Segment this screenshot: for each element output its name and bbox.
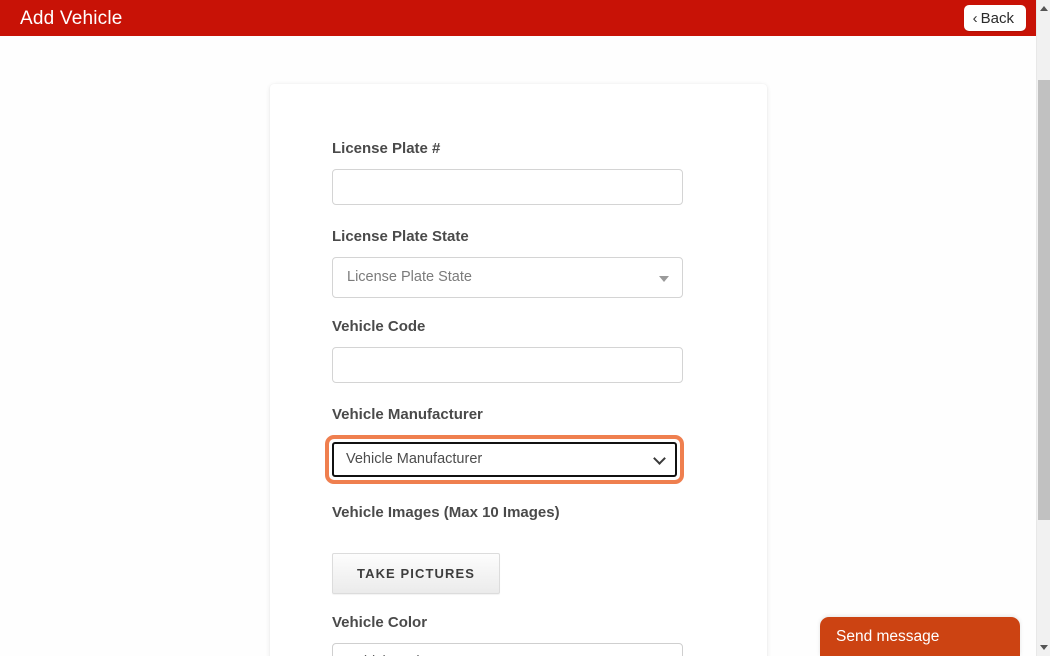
app-header: Add Vehicle ‹ Back — [0, 0, 1036, 36]
add-vehicle-form-card: License Plate # License Plate State Lice… — [270, 84, 767, 656]
field-license-plate-number: License Plate # — [332, 140, 705, 205]
send-message-chat-widget[interactable]: Send message — [820, 617, 1020, 656]
back-button-label: Back — [980, 9, 1014, 27]
vehicle-color-label: Vehicle Color — [332, 614, 428, 631]
license-plate-state-selected-value: License Plate State — [347, 269, 472, 286]
vehicle-manufacturer-select[interactable]: Vehicle Manufacturer — [332, 442, 677, 477]
vehicle-manufacturer-focus-ring: Vehicle Manufacturer — [325, 435, 684, 484]
page-viewport: Add Vehicle ‹ Back License Plate # Licen… — [0, 0, 1036, 656]
page-body: License Plate # License Plate State Lice… — [0, 36, 1036, 656]
send-message-label: Send message — [836, 627, 940, 645]
field-vehicle-color: Vehicle Color Vehicle Color — [332, 614, 705, 656]
vehicle-code-label: Vehicle Code — [332, 318, 426, 335]
vertical-scrollbar[interactable] — [1036, 0, 1050, 656]
take-pictures-button[interactable]: TAKE PICTURES — [332, 553, 501, 594]
license-plate-number-input[interactable] — [332, 169, 683, 205]
vehicle-manufacturer-label: Vehicle Manufacturer — [332, 406, 483, 423]
field-license-plate-state: License Plate State License Plate State — [332, 228, 705, 298]
scrollbar-down-arrow-icon[interactable] — [1037, 639, 1050, 656]
vehicle-code-input[interactable] — [332, 347, 683, 383]
chevron-down-icon — [653, 451, 666, 465]
page-title: Add Vehicle — [20, 7, 123, 29]
field-vehicle-manufacturer: Vehicle Manufacturer Vehicle Manufacture… — [325, 406, 705, 484]
field-vehicle-images: Vehicle Images (Max 10 Images) TAKE PICT… — [332, 504, 705, 594]
vehicle-color-select[interactable]: Vehicle Color — [332, 643, 683, 656]
take-pictures-button-wrap: TAKE PICTURES — [332, 533, 705, 594]
license-plate-number-label: License Plate # — [332, 140, 441, 157]
field-vehicle-code: Vehicle Code — [332, 318, 705, 383]
vehicle-manufacturer-selected-value: Vehicle Manufacturer — [346, 451, 483, 468]
vehicle-images-label: Vehicle Images (Max 10 Images) — [332, 504, 560, 521]
back-button[interactable]: ‹ Back — [963, 5, 1026, 31]
scrollbar-thumb[interactable] — [1038, 80, 1050, 520]
license-plate-state-select[interactable]: License Plate State — [332, 257, 683, 298]
chevron-left-icon: ‹ — [972, 9, 978, 27]
add-vehicle-screen: Add Vehicle ‹ Back License Plate # Licen… — [0, 0, 1050, 656]
license-plate-state-label: License Plate State — [332, 228, 469, 245]
scrollbar-up-arrow-icon[interactable] — [1037, 0, 1050, 17]
triangle-down-icon — [659, 275, 669, 282]
